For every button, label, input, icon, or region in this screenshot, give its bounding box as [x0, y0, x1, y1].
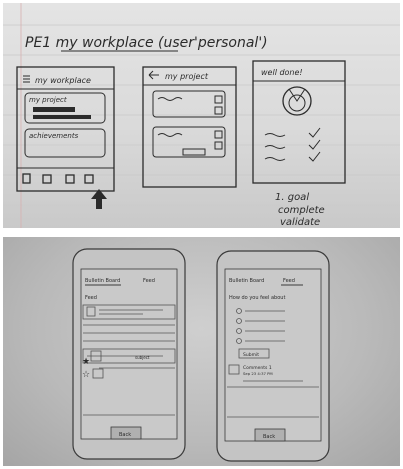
sketch-screen-1: my workplace my project achievements	[16, 66, 115, 209]
right-tab-2: Feed	[283, 278, 295, 284]
bottom-sketch-drawing: Bulletin Board Feed Feed ★ subject ☆ Bac…	[72, 248, 330, 462]
bottom-sketch-photo: Bulletin Board Feed Feed ★ subject ☆ Bac…	[3, 237, 400, 466]
right-comment-text: Sep 23 4:37 PM	[243, 371, 273, 376]
sketch-title: PE1 my workplace (user'personal')	[25, 35, 268, 51]
right-question: How do you feel about	[229, 295, 285, 301]
sketch-screen-2: my project	[142, 66, 237, 188]
star-outline-icon: ☆	[82, 370, 90, 380]
screen2-header: my project	[165, 72, 209, 81]
left-tab-2: Feed	[143, 278, 155, 284]
screen3-header: well done!	[261, 68, 303, 77]
right-tab-1: Bulletin Board	[229, 278, 264, 284]
star-filled-icon: ★	[82, 357, 90, 367]
screen3-note-line1: 1. goal	[275, 192, 309, 203]
top-sketch-photo: PE1 my workplace (user'personal') my wor…	[3, 3, 400, 228]
left-item-text: subject	[135, 355, 150, 360]
top-sketch-drawing: PE1 my workplace (user'personal') my wor…	[3, 3, 400, 228]
screen3-note-line2: complete	[278, 205, 325, 216]
back-arrow-icon	[148, 70, 159, 80]
screen1-header: my workplace	[35, 76, 91, 85]
screen1-card1-label: my project	[29, 96, 67, 104]
sketch-phone-left: Bulletin Board Feed Feed ★ subject ☆ Bac…	[72, 248, 186, 460]
sketch-phone-right: Bulletin Board Feed How do you feel abou…	[216, 250, 330, 462]
left-tab-1: Bulletin Board	[85, 278, 120, 284]
right-submit-button: Submit	[243, 352, 259, 358]
screen3-note-line3: validate	[280, 217, 320, 228]
sketch-screen-3: well done! 1. goal complete validate	[252, 60, 346, 228]
menu-icon	[23, 75, 30, 83]
left-section-title: Feed	[85, 295, 97, 301]
medal-icon	[282, 86, 312, 116]
right-back-button: Back	[263, 434, 275, 440]
left-back-button: Back	[119, 432, 131, 438]
screen1-card2-label: achievements	[29, 132, 79, 140]
